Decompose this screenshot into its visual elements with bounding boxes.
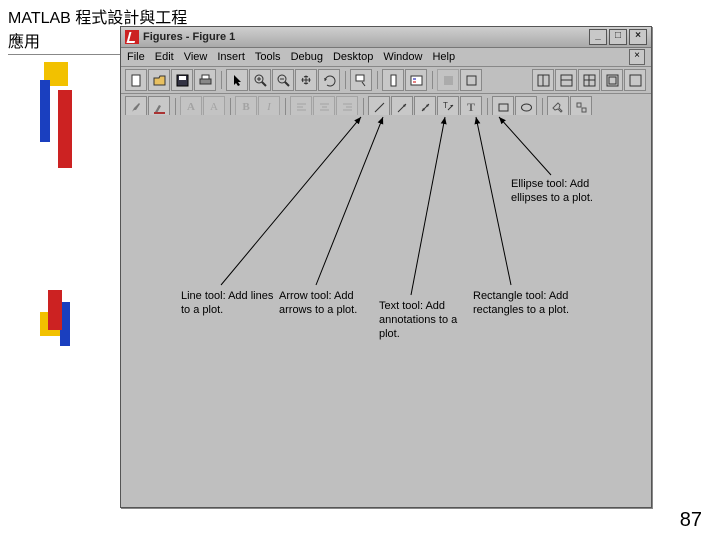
- dock-2-button[interactable]: [555, 69, 577, 91]
- show-button[interactable]: [460, 69, 482, 91]
- menu-insert[interactable]: Insert: [217, 51, 245, 63]
- menu-window[interactable]: Window: [383, 51, 422, 63]
- colorbar-button[interactable]: [382, 69, 404, 91]
- minimize-button[interactable]: _: [589, 29, 607, 45]
- svg-text:T: T: [443, 101, 448, 110]
- zoom-out-button[interactable]: [272, 69, 294, 91]
- hide-button[interactable]: [437, 69, 459, 91]
- menu-edit[interactable]: Edit: [155, 51, 174, 63]
- menu-debug[interactable]: Debug: [291, 51, 323, 63]
- menu-bar: File Edit View Insert Tools Debug Deskto…: [121, 48, 651, 67]
- print-button[interactable]: [194, 69, 216, 91]
- maximize-button[interactable]: □: [609, 29, 627, 45]
- decorative-blocks: [40, 62, 90, 342]
- menu-desktop[interactable]: Desktop: [333, 51, 373, 63]
- dock-5-button[interactable]: [624, 69, 646, 91]
- matlab-icon: [125, 30, 139, 44]
- page-number: 87: [680, 509, 702, 532]
- datacursor-button[interactable]: [350, 69, 372, 91]
- save-button[interactable]: [171, 69, 193, 91]
- menu-file[interactable]: File: [127, 51, 145, 63]
- dock-1-button[interactable]: [532, 69, 554, 91]
- toolbar-1: [121, 67, 651, 94]
- menu-tools[interactable]: Tools: [255, 51, 281, 63]
- new-button[interactable]: [125, 69, 147, 91]
- legend-button[interactable]: [405, 69, 427, 91]
- dock-4-button[interactable]: [601, 69, 623, 91]
- window-title: Figures - Figure 1: [143, 31, 235, 43]
- open-button[interactable]: [148, 69, 170, 91]
- rotate-button[interactable]: [318, 69, 340, 91]
- annotation-text: Text tool: Add annotations to a plot.: [379, 300, 474, 341]
- title-bar: Figures - Figure 1 _ □ ×: [121, 27, 651, 48]
- menu-view[interactable]: View: [184, 51, 208, 63]
- menu-close-button[interactable]: ×: [629, 49, 645, 65]
- close-button[interactable]: ×: [629, 29, 647, 45]
- zoom-in-button[interactable]: [249, 69, 271, 91]
- figure-window: Figures - Figure 1 _ □ × File Edit View …: [120, 26, 652, 508]
- dock-3-button[interactable]: [578, 69, 600, 91]
- pan-button[interactable]: [295, 69, 317, 91]
- annotation-rect: Rectangle tool: Add rectangles to a plot…: [473, 290, 583, 318]
- annotation-line: Line tool: Add lines to a plot.: [181, 290, 276, 318]
- pointer-button[interactable]: [226, 69, 248, 91]
- annotation-ellipse: Ellipse tool: Add ellipses to a plot.: [511, 178, 611, 206]
- figure-canvas: Line tool: Add lines to a plot. Arrow to…: [121, 115, 651, 507]
- annotation-arrow: Arrow tool: Add arrows to a plot.: [279, 290, 374, 318]
- menu-help[interactable]: Help: [432, 51, 455, 63]
